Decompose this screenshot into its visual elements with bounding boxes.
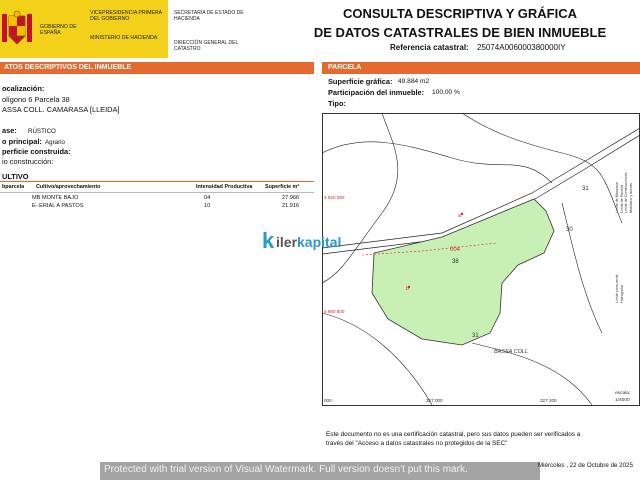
legend-item: Límite de Manzana bbox=[615, 182, 619, 213]
place-label: BASSA COLL bbox=[494, 349, 528, 355]
cadastral-map[interactable]: 4 620 000 4 680 800 000 327 000 327 200 … bbox=[322, 113, 640, 406]
logo-text-b: kapital bbox=[297, 234, 342, 250]
parcela-section-title: PARCELA bbox=[322, 62, 640, 74]
logo-text-a: iler bbox=[276, 234, 298, 250]
coord-bottom-mid: 327 000 bbox=[426, 398, 443, 403]
parcel-id-label: 38 bbox=[452, 259, 459, 265]
cell-intensidad: 10 bbox=[204, 203, 211, 209]
document-header: GOBIERNO DE ESPAÑA VICEPRESIDENCIA PRIME… bbox=[0, 0, 640, 58]
col-superficie: Superficie m² bbox=[265, 184, 300, 190]
col-subparcela: bparcela bbox=[2, 184, 25, 190]
uso-principal-value: Agrario bbox=[45, 139, 65, 146]
note-line-1: Este documento no es una certificación c… bbox=[326, 431, 581, 438]
cultivo-rule bbox=[0, 181, 314, 182]
legend-item: Hidrografía bbox=[620, 285, 624, 303]
neighbor-31-top: 31 bbox=[582, 186, 589, 192]
tipo-label: Tipo: bbox=[328, 99, 346, 108]
logo-k-mark: k bbox=[262, 228, 275, 253]
coord-bottom-right: 327 200 bbox=[540, 398, 557, 403]
vicepresidencia-label: VICEPRESIDENCIA PRIMERA DEL GOBIERNO bbox=[90, 10, 162, 22]
scale-value: 1/4000 bbox=[615, 397, 630, 403]
coord-left-bottom: 4 680 800 bbox=[324, 309, 345, 314]
title-line-2: DE DATOS CATASTRALES DE BIEN INMUEBLE bbox=[313, 25, 607, 40]
ref-catastral-value: 25074A006000380000IY bbox=[477, 43, 566, 52]
superficie-construida-label: perficie construida: bbox=[2, 147, 71, 156]
clase-value: RÚSTICO bbox=[28, 128, 56, 135]
superficie-grafica-value: 49.884 m2 bbox=[398, 78, 430, 85]
government-banner: GOBIERNO DE ESPAÑA VICEPRESIDENCIA PRIME… bbox=[0, 0, 168, 58]
localizacion-line-1: olígono 6 Parcela 38 bbox=[2, 95, 70, 104]
subparcel-b-label: b bbox=[406, 286, 409, 292]
disclaimer-note: Este documento no es una certificación c… bbox=[326, 431, 626, 448]
map-legend: Límite de Manzana Límite de Parcela bbox=[615, 182, 624, 213]
localizacion-line-2: ASSA COLL. CAMARASA [LLEIDA] bbox=[2, 105, 120, 114]
neighbor-30: 30 bbox=[566, 227, 573, 233]
cell-cultivo: E- ERIAL A PASTOS bbox=[32, 203, 84, 209]
participacion-label: Participación del inmueble: bbox=[328, 88, 425, 97]
ministerio-label: MINISTERIO DE HACIENDA bbox=[90, 35, 158, 41]
neighbor-31-bottom: 31 bbox=[472, 333, 479, 339]
ref-catastral-label: Referencia catastral: bbox=[390, 43, 469, 52]
legend-item: Mobiliario y aceras bbox=[629, 183, 633, 213]
cell-intensidad: 04 bbox=[204, 195, 211, 201]
ilerkapital-logo: k ilerkapital bbox=[262, 228, 382, 254]
table-header-rule bbox=[0, 192, 314, 193]
note-line-2: través del "Acceso a datos catastrales n… bbox=[326, 439, 508, 447]
watermark-text: Protected with trial version of Visual W… bbox=[104, 464, 468, 475]
legend-item: Límite de Construcciones bbox=[624, 172, 628, 213]
localizacion-label: ocalización: bbox=[2, 84, 45, 93]
cell-cultivo: MB MONTE BAJO bbox=[32, 195, 79, 201]
logo-wordmark: ilerkapital bbox=[276, 234, 341, 250]
secretaria-label: SECRETARÍA DE ESTADO DE HACIENDA bbox=[174, 10, 244, 22]
superficie-grafica-label: Superficie gráfica: bbox=[328, 77, 393, 86]
gobierno-label: GOBIERNO DE ESPAÑA bbox=[40, 24, 77, 36]
coord-bottom-left: 000 bbox=[324, 398, 332, 403]
uso-principal-label: o principal: bbox=[2, 137, 42, 146]
title-line-1: CONSULTA DESCRIPTIVA Y GRÁFICA bbox=[342, 6, 577, 21]
coord-left-top: 4 620 000 bbox=[324, 195, 345, 200]
legend-item: Límite zona verde bbox=[615, 274, 619, 303]
subparcel-a-label: a bbox=[458, 213, 461, 219]
document-title: CONSULTA DESCRIPTIVA Y GRÁFICA DE DATOS … bbox=[280, 4, 640, 42]
clase-label: ase: bbox=[2, 126, 17, 135]
subparcel-label: 004 bbox=[450, 247, 461, 253]
col-cultivo: Cultivo/aprovechamiento bbox=[36, 184, 101, 190]
col-intensidad: Intensidad Productiva bbox=[196, 184, 253, 190]
cell-superficie: 27.966 bbox=[282, 195, 300, 201]
document-date: Miércoles , 22 de Octubre de 2025 bbox=[538, 462, 633, 469]
anio-construccion-label: io construcción: bbox=[2, 157, 54, 166]
cultivo-title: ULTIVO bbox=[2, 172, 29, 181]
participacion-value: 100,00 % bbox=[432, 89, 460, 96]
direccion-label: DIRECCIÓN GENERAL DEL CATASTRO bbox=[174, 40, 239, 52]
scale-label: escala: bbox=[615, 390, 630, 396]
cell-superficie: 21.916 bbox=[282, 203, 300, 209]
descriptive-data-section-title: ATOS DESCRIPTIVOS DEL INMUEBLE bbox=[0, 62, 314, 74]
spain-coat-of-arms-icon bbox=[2, 10, 32, 45]
